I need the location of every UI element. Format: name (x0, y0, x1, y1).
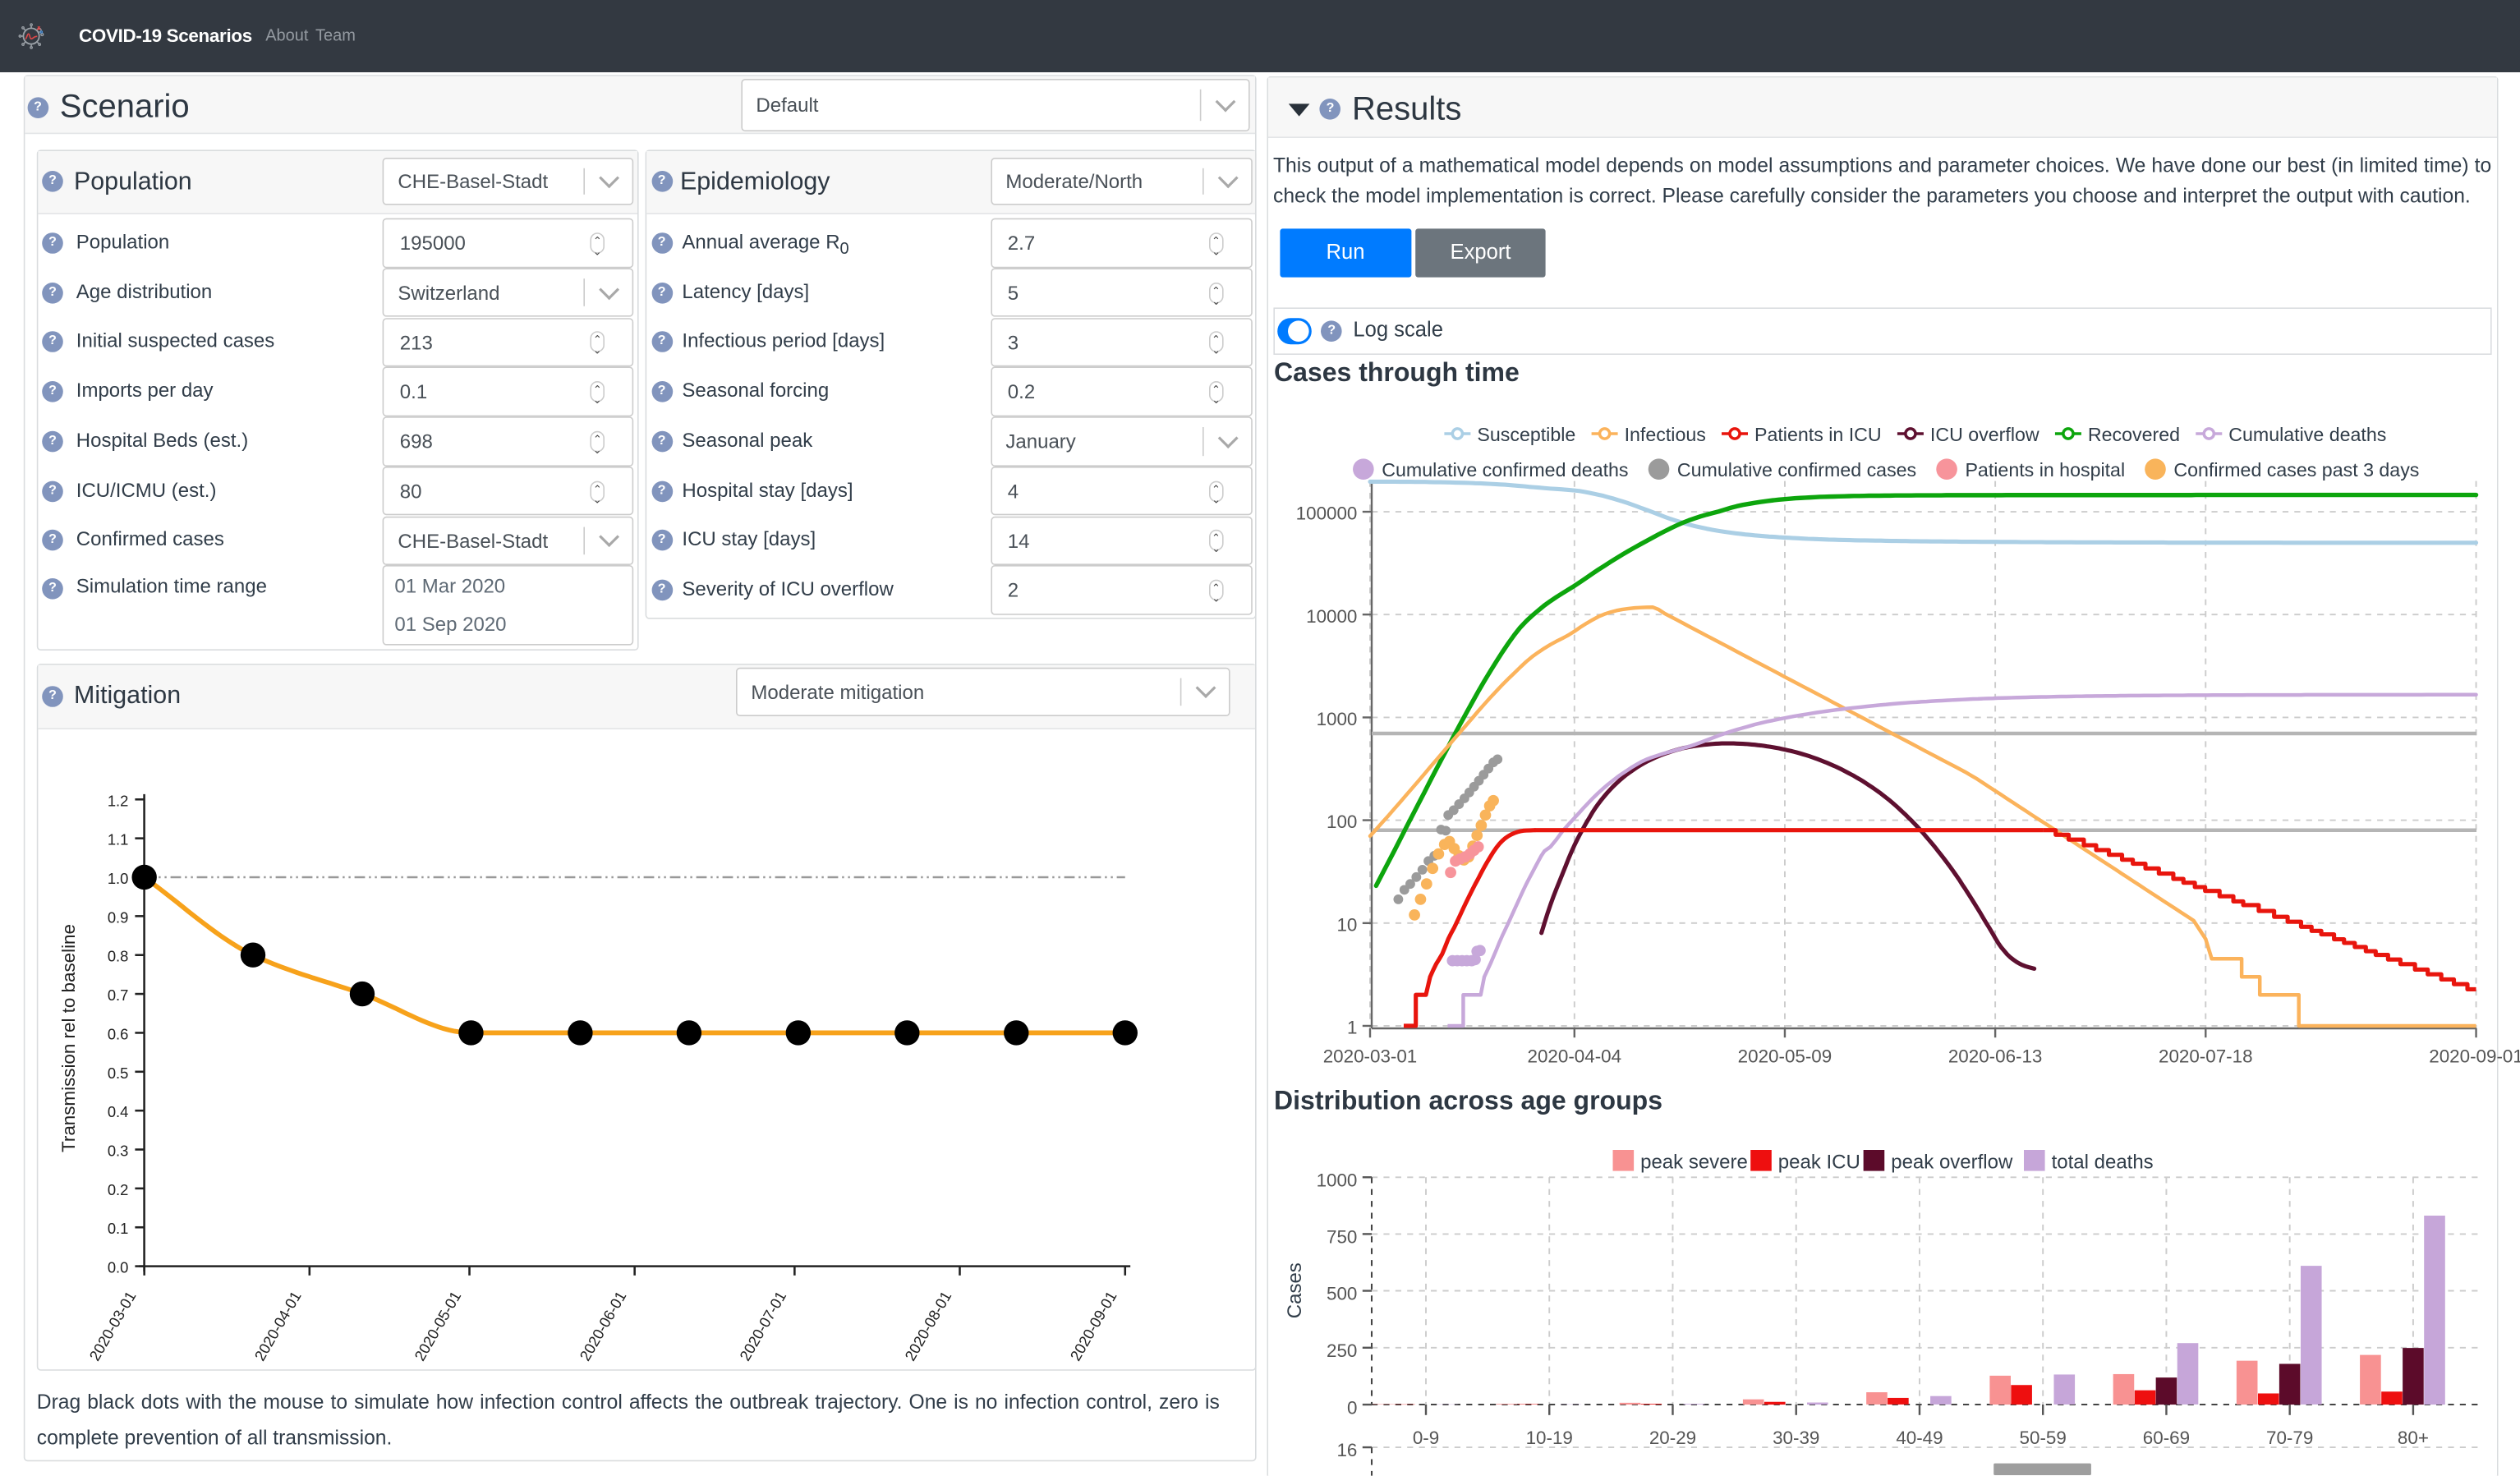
svg-text:0.0: 0.0 (108, 1259, 129, 1276)
svg-text:30-39: 30-39 (1773, 1428, 1819, 1448)
svg-text:Cumulative deaths: Cumulative deaths (2228, 424, 2386, 445)
svg-text:2020-05-09: 2020-05-09 (1738, 1046, 1833, 1067)
svg-text:0.8: 0.8 (108, 948, 129, 965)
svg-text:1.1: 1.1 (108, 831, 129, 848)
svg-text:70-79: 70-79 (2266, 1428, 2313, 1448)
svg-text:1: 1 (1347, 1018, 1357, 1038)
svg-text:Susceptible: Susceptible (1477, 424, 1575, 445)
svg-text:0: 0 (1347, 1397, 1357, 1418)
svg-text:0.1: 0.1 (108, 1220, 129, 1237)
svg-text:750: 750 (1327, 1227, 1357, 1248)
svg-text:0.6: 0.6 (108, 1025, 129, 1042)
svg-text:0.2: 0.2 (108, 1181, 129, 1198)
svg-text:500: 500 (1327, 1284, 1357, 1304)
svg-text:100: 100 (1327, 812, 1357, 832)
svg-text:2020-03-01: 2020-03-01 (85, 1288, 139, 1363)
svg-text:20-29: 20-29 (1649, 1428, 1696, 1448)
svg-text:Cases: Cases (1284, 1262, 1306, 1318)
svg-text:Transmission rel to baseline: Transmission rel to baseline (58, 924, 79, 1152)
svg-text:2020-03-01: 2020-03-01 (1323, 1046, 1418, 1067)
svg-text:2020-04-04: 2020-04-04 (1528, 1046, 1622, 1067)
svg-text:peak ICU: peak ICU (1778, 1151, 1860, 1173)
svg-text:2020-07-01: 2020-07-01 (736, 1288, 789, 1363)
svg-text:Confirmed cases past 3 days: Confirmed cases past 3 days (2173, 459, 2419, 481)
svg-text:ICU overflow: ICU overflow (1930, 424, 2039, 445)
svg-text:Patients in hospital: Patients in hospital (1965, 459, 2125, 481)
svg-text:1.0: 1.0 (108, 870, 129, 887)
svg-text:total deaths: total deaths (2052, 1151, 2154, 1173)
svg-text:10-19: 10-19 (1526, 1428, 1573, 1448)
svg-text:10: 10 (1336, 914, 1357, 935)
svg-text:2020-06-01: 2020-06-01 (576, 1288, 629, 1363)
svg-text:peak overflow: peak overflow (1891, 1151, 2013, 1173)
svg-text:1.2: 1.2 (108, 792, 129, 809)
svg-text:100000: 100000 (1296, 503, 1358, 524)
svg-text:Patients in ICU: Patients in ICU (1754, 424, 1882, 445)
svg-text:2020-09-01: 2020-09-01 (2429, 1046, 2520, 1067)
svg-text:2020-09-01: 2020-09-01 (1066, 1288, 1120, 1363)
svg-text:50-59: 50-59 (2020, 1428, 2067, 1448)
svg-text:60-69: 60-69 (2143, 1428, 2190, 1448)
svg-text:0.4: 0.4 (108, 1103, 129, 1120)
svg-text:10000: 10000 (1306, 606, 1357, 627)
svg-text:250: 250 (1327, 1340, 1357, 1361)
svg-text:0.7: 0.7 (108, 986, 129, 1004)
svg-text:0-9: 0-9 (1413, 1428, 1439, 1448)
svg-text:2020-06-13: 2020-06-13 (1948, 1046, 2043, 1067)
svg-text:2020-04-01: 2020-04-01 (251, 1288, 304, 1363)
svg-text:2020-05-01: 2020-05-01 (411, 1288, 464, 1363)
svg-text:0.9: 0.9 (108, 908, 129, 926)
svg-text:0.3: 0.3 (108, 1143, 129, 1160)
svg-text:16: 16 (1336, 1440, 1357, 1460)
svg-text:2020-07-18: 2020-07-18 (2159, 1046, 2253, 1067)
svg-text:80+: 80+ (2398, 1428, 2429, 1448)
svg-text:40-49: 40-49 (1896, 1428, 1943, 1448)
svg-text:Cumulative confirmed deaths: Cumulative confirmed deaths (1382, 459, 1628, 481)
svg-text:0.5: 0.5 (108, 1064, 129, 1082)
svg-text:Cumulative confirmed cases: Cumulative confirmed cases (1677, 459, 1916, 481)
svg-text:2020-08-01: 2020-08-01 (901, 1288, 954, 1363)
svg-text:peak severe: peak severe (1640, 1151, 1748, 1173)
svg-text:Recovered: Recovered (2088, 424, 2180, 445)
svg-text:Infectious: Infectious (1625, 424, 1706, 445)
svg-text:1000: 1000 (1317, 1170, 1358, 1190)
svg-text:1000: 1000 (1317, 709, 1358, 729)
